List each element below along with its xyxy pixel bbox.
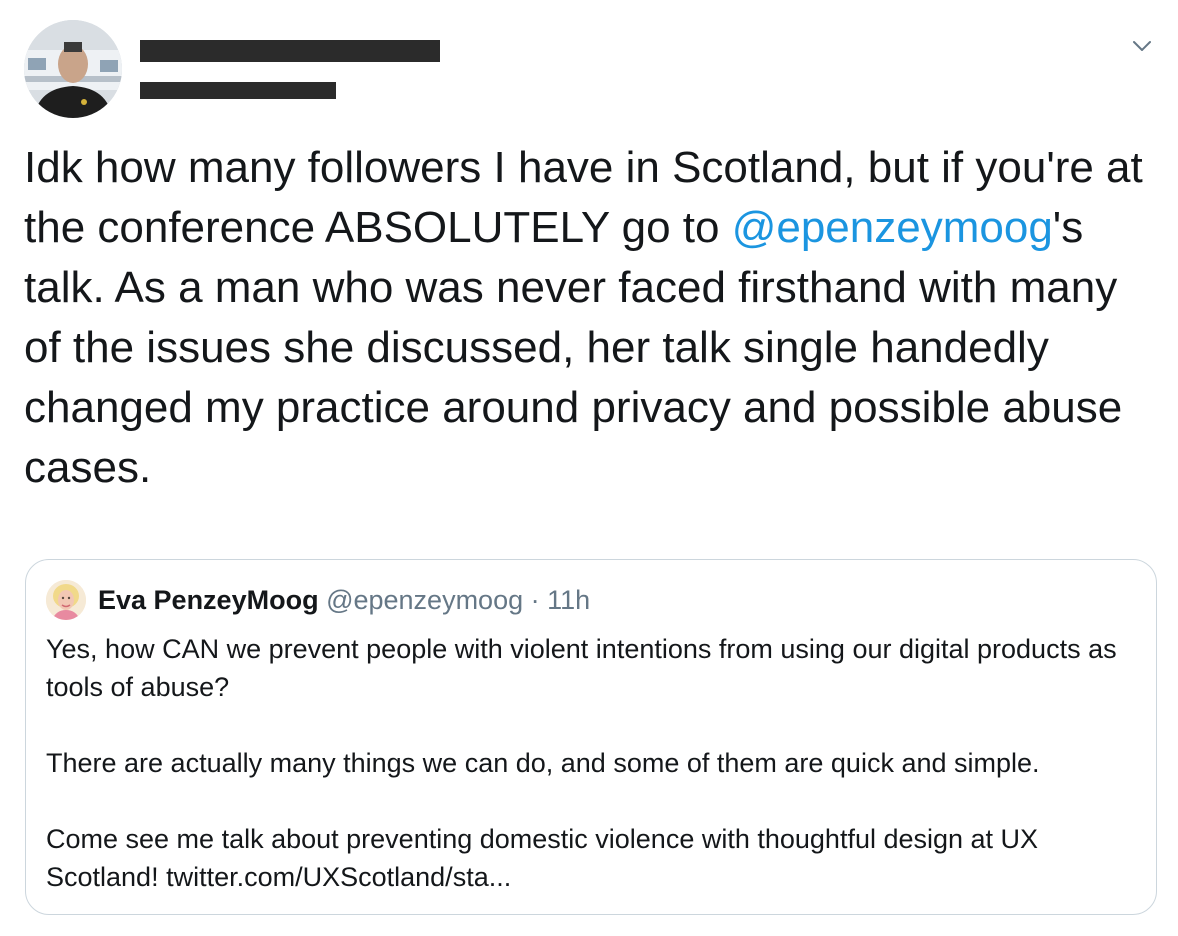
quoted-tweet-card[interactable]: Eva PenzeyMoog @epenzeymoog · 11h Yes, h… xyxy=(25,559,1157,915)
separator-dot-glyph: · xyxy=(530,585,540,615)
author-handle-redacted xyxy=(140,82,336,99)
tweet-text: Idk how many followers I have in Scotlan… xyxy=(24,138,1164,498)
quoted-author-handle[interactable]: @epenzeymoog xyxy=(326,585,523,615)
author-name-redacted xyxy=(140,40,440,62)
quoted-paragraph: Come see me talk about preventing domest… xyxy=(46,824,1039,892)
quoted-author-avatar[interactable] xyxy=(46,580,86,620)
quoted-tweet-body: Yes, how CAN we prevent people with viol… xyxy=(46,630,1141,896)
quoted-tweet-header: Eva PenzeyMoog @epenzeymoog · 11h xyxy=(98,582,590,618)
quoted-paragraph: Yes, how CAN we prevent people with viol… xyxy=(46,634,1117,702)
quoted-tweet-time[interactable]: 11h xyxy=(547,585,590,615)
mention-link[interactable]: @epenzeymoog xyxy=(732,203,1053,252)
quoted-paragraph: There are actually many things we can do… xyxy=(46,748,1040,778)
quoted-author-name[interactable]: Eva PenzeyMoog xyxy=(98,585,319,615)
chevron-down-icon[interactable] xyxy=(1130,34,1154,58)
author-avatar[interactable] xyxy=(24,20,122,118)
quoted-author-avatar-image xyxy=(46,580,86,620)
author-avatar-image xyxy=(24,20,122,118)
separator-dot: · xyxy=(523,585,547,615)
